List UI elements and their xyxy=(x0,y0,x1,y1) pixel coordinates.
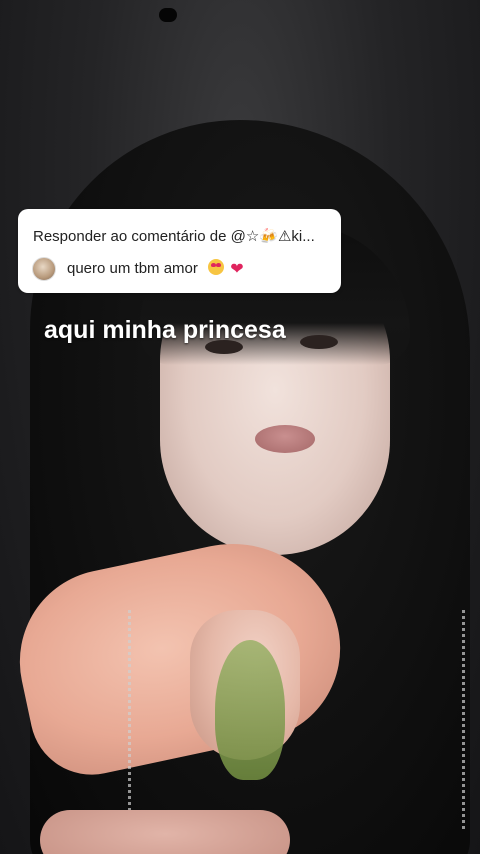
avatar xyxy=(32,257,56,281)
heart-eyes-emoji-icon xyxy=(208,259,225,275)
thumb xyxy=(40,810,290,854)
reply-comment-card[interactable]: Responder ao comentário de @☆🍻⚠ki... que… xyxy=(18,209,341,293)
zipper-left xyxy=(128,610,131,830)
camera-cutout xyxy=(159,8,177,22)
comment-text: quero um tbm amor ❤ xyxy=(67,259,244,279)
reply-comment-row: quero um tbm amor ❤ xyxy=(32,257,244,281)
right-eye xyxy=(300,335,338,349)
lips xyxy=(255,425,315,453)
heart-emoji-icon: ❤ xyxy=(230,261,244,278)
video-frame[interactable] xyxy=(0,0,480,854)
video-caption: aqui minha princesa xyxy=(44,316,286,344)
zipper-right xyxy=(462,610,465,830)
comment-text-content: quero um tbm amor xyxy=(67,260,198,277)
rose-sepal xyxy=(215,640,285,780)
reply-header: Responder ao comentário de @☆🍻⚠ki... xyxy=(33,228,315,245)
